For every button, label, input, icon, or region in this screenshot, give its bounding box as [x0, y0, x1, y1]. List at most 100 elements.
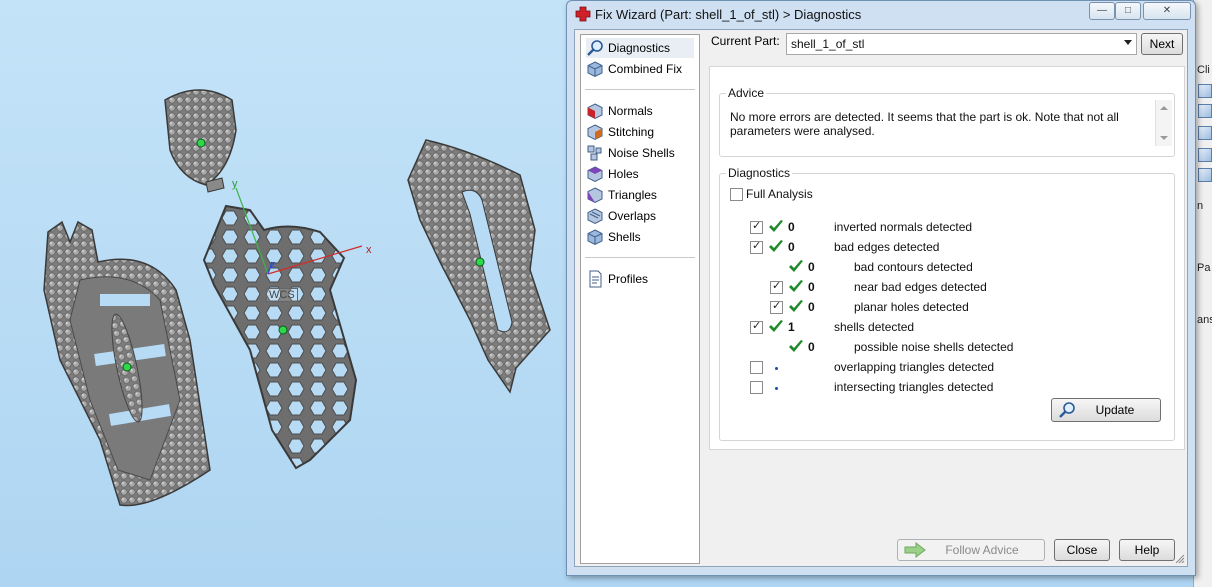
diagnostic-count: 0 — [808, 340, 815, 354]
diagnostic-row: 0 planar holes detected — [720, 298, 1170, 318]
green-checkmark-icon — [769, 220, 783, 232]
nav-item-combined-fix[interactable]: Combined Fix — [586, 59, 694, 79]
nav-item-normals[interactable]: Normals — [586, 101, 694, 121]
overlaps-cube-icon — [587, 208, 603, 225]
nav-item-diagnostics[interactable]: Diagnostics — [586, 38, 694, 58]
triangles-cube-icon — [587, 187, 603, 204]
diagnostic-row: intersecting triangles detected — [720, 378, 1170, 398]
middle-pendant-part — [202, 204, 358, 470]
window-title: Fix Wizard (Part: shell_1_of_stl) > Diag… — [595, 7, 862, 22]
pending-dot-icon — [775, 387, 778, 390]
advice-legend: Advice — [726, 86, 767, 100]
nav-item-shells[interactable]: Shells — [586, 227, 694, 247]
close-button[interactable]: Close — [1054, 539, 1110, 561]
cube-icon[interactable] — [1198, 148, 1212, 162]
diagnostic-count: 0 — [808, 280, 815, 294]
green-checkmark-icon — [789, 260, 803, 272]
nav-label: Noise Shells — [608, 146, 675, 160]
title-bar[interactable]: Fix Wizard (Part: shell_1_of_stl) > Diag… — [567, 1, 1195, 27]
scroll-down-icon[interactable] — [1160, 136, 1168, 140]
diagnostic-row: 0 bad contours detected — [720, 258, 1170, 278]
wcs-label: WCS — [266, 288, 298, 302]
diagnostic-label: planar holes detected — [854, 300, 969, 314]
nav-label: Triangles — [608, 188, 657, 202]
diagnostic-label: possible noise shells detected — [854, 340, 1014, 354]
green-checkmark-icon — [789, 340, 803, 352]
diagnostic-count: 1 — [788, 320, 795, 334]
nav-item-triangles[interactable]: Triangles — [586, 185, 694, 205]
green-checkmark-icon — [789, 300, 803, 312]
diagnostic-checkbox[interactable] — [750, 361, 763, 374]
nav-item-overlaps[interactable]: Overlaps — [586, 206, 694, 226]
red-cross-icon — [575, 6, 591, 22]
nav-label: Combined Fix — [608, 62, 683, 76]
stitching-cube-icon — [587, 124, 603, 141]
nav-item-profiles[interactable]: Profiles — [586, 269, 694, 289]
follow-advice-button[interactable]: Follow Advice — [897, 539, 1045, 561]
cube-icon[interactable] — [1198, 104, 1212, 118]
diagnostic-checkbox[interactable] — [750, 219, 763, 234]
minimize-button[interactable]: — — [1089, 2, 1115, 20]
diagnostic-checkbox[interactable] — [750, 319, 763, 334]
green-checkmark-icon — [769, 320, 783, 332]
diagnostic-checkbox[interactable] — [770, 299, 783, 314]
nav-label: Normals — [608, 104, 653, 118]
advice-scrollbar[interactable] — [1155, 100, 1172, 146]
current-part-select[interactable]: shell_1_of_stl — [786, 33, 1137, 55]
pending-dot-icon — [775, 367, 778, 370]
nav-label: Diagnostics — [608, 41, 671, 55]
app-strip-text-2: n — [1197, 200, 1204, 212]
profiles-document-icon — [589, 270, 602, 288]
diagnostics-panel: Advice No more errors are detected. It s… — [709, 66, 1185, 450]
diagnostic-row: 0 inverted normals detected — [720, 218, 1170, 238]
diagnostic-checkbox[interactable] — [750, 381, 763, 394]
update-label: Update — [1095, 403, 1135, 417]
cube-icon — [587, 61, 603, 78]
scroll-up-icon[interactable] — [1160, 106, 1168, 110]
diagnostic-count: 0 — [788, 240, 795, 254]
app-strip-text-1: Cli — [1197, 64, 1210, 76]
diagnostic-label: intersecting triangles detected — [834, 380, 994, 394]
close-window-button[interactable]: ✕ — [1143, 2, 1191, 20]
diagnostic-count: 0 — [808, 260, 815, 274]
axis-z-label: z — [270, 259, 276, 271]
fix-wizard-dialog: Fix Wizard (Part: shell_1_of_stl) > Diag… — [566, 0, 1196, 576]
diagnostic-checkbox[interactable] — [750, 239, 763, 254]
axis-x-label: x — [366, 244, 372, 256]
magnifier-icon — [587, 40, 603, 56]
nav-separator — [585, 257, 695, 258]
dialog-client-area: Diagnostics Combined Fix Normals Stitchi… — [574, 29, 1188, 567]
diagnostic-count: 0 — [808, 300, 815, 314]
resize-grip-icon[interactable] — [1175, 554, 1185, 564]
left-pendant-part — [43, 220, 211, 507]
nav-label: Stitching — [608, 125, 655, 139]
green-checkmark-icon — [789, 280, 803, 292]
bail-part — [164, 89, 237, 193]
nav-item-holes[interactable]: Holes — [586, 164, 694, 184]
normals-cube-icon — [587, 103, 603, 120]
full-analysis-label: Full Analysis — [746, 187, 813, 201]
cube-icon[interactable] — [1198, 126, 1212, 140]
next-button[interactable]: Next — [1141, 33, 1183, 55]
diagnostic-label: inverted normals detected — [834, 220, 973, 234]
diagnostic-row: 0 possible noise shells detected — [720, 338, 1170, 358]
nav-label: Profiles — [608, 272, 649, 286]
axis-y-label: y — [232, 178, 238, 190]
noise-shells-icon — [587, 145, 602, 161]
full-analysis-checkbox[interactable] — [730, 188, 743, 201]
advice-text: No more errors are detected. It seems th… — [730, 110, 1119, 138]
cube-icon[interactable] — [1198, 84, 1212, 98]
diagnostic-row: 0 bad edges detected — [720, 238, 1170, 258]
follow-advice-label: Follow Advice — [945, 543, 1019, 557]
diagnostic-label: bad edges detected — [834, 240, 940, 254]
help-button[interactable]: Help — [1119, 539, 1175, 561]
maximize-button[interactable]: □ — [1115, 2, 1141, 20]
diagnostic-checkbox[interactable] — [770, 279, 783, 294]
diagnostic-count: 0 — [788, 220, 795, 234]
diagnostic-label: overlapping triangles detected — [834, 360, 995, 374]
nav-item-stitching[interactable]: Stitching — [586, 122, 694, 142]
nav-label: Shells — [608, 230, 641, 244]
nav-item-noise-shells[interactable]: Noise Shells — [586, 143, 694, 163]
cube-icon[interactable] — [1198, 168, 1212, 182]
update-button[interactable]: Update — [1051, 398, 1161, 422]
